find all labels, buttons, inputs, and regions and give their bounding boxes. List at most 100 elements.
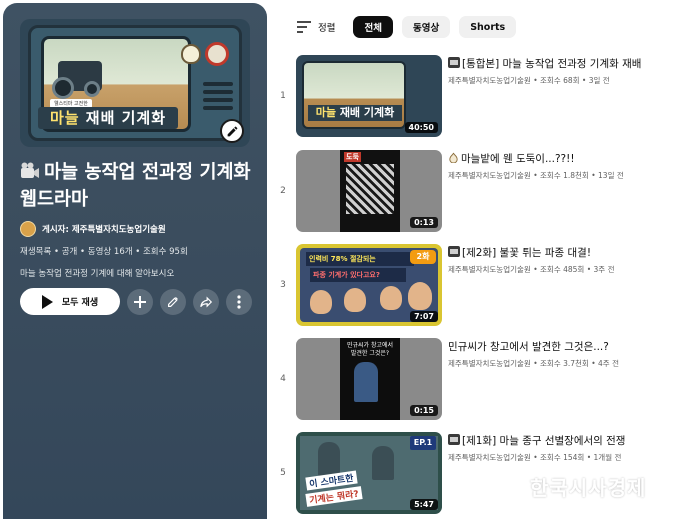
movie-camera-icon [20,161,40,179]
playlist-video-row[interactable]: 3 인력비 78% 절감되는 파종 기계가 있다고요? 2화 7:07 [제2화… [278,244,673,328]
edit-cover-button[interactable] [220,119,244,143]
avatar[interactable] [20,221,36,237]
cover-wheel [52,77,74,99]
cover-title-highlight: 마늘 [49,109,80,127]
video-thumbnail[interactable]: EP.1 이 스마트한 기계는 뭐라? 5:47 [296,432,442,514]
owner-label[interactable]: 게시자: 제주특별자치도농업기술원 [42,223,166,235]
pencil-icon [227,126,237,136]
cover-control-panel [199,38,237,130]
video-duration: 0:13 [410,217,438,228]
video-thumbnail[interactable]: 인력비 78% 절감되는 파종 기계가 있다고요? 2화 7:07 [296,244,442,326]
video-info: 마늘밭에 웬 도둑이...??!! 제주특별자치도농업기술원 • 조회수 1.8… [448,152,668,181]
person-figure [372,446,394,480]
video-meta: 제주특별자치도농업기술원 • 조회수 3.7천회 • 4주 전 [448,359,619,368]
person-face [380,286,402,310]
video-title-text[interactable]: 마늘밭에 웬 도둑이...??!! [461,153,575,165]
video-index: 2 [280,186,286,196]
video-title-text[interactable]: [제2화] 불꽃 튀는 파종 대결! [462,247,591,259]
view-count: 조회수 1.8천회 [540,171,589,180]
cover-grill [203,82,233,86]
share-icon [200,296,213,307]
video-thumbnail[interactable]: 민규씨가 창고에서 발견한 그것은? 0:15 [296,338,442,420]
cover-title: 마늘 재배 기계화 [38,107,178,129]
edit-button[interactable] [160,288,186,315]
video-meta: 제주특별자치도농업기술원 • 조회수 485회 • 3주 전 [448,265,615,274]
chip-videos[interactable]: 동영상 [401,16,451,38]
upload-age: 1개월 전 [593,453,622,462]
episode-badge: 2화 [410,250,436,264]
play-all-button[interactable]: 모두 재생 [20,288,120,315]
person-figure [354,362,378,402]
thumbnail-title-rest: 재배 기계화 [335,106,395,119]
garlic-icon [181,44,201,64]
cover-grill [203,98,233,102]
video-info: 민규씨가 창고에서 발견한 그것은...? 제주특별자치도농업기술원 • 조회수… [448,340,668,369]
person-figure [318,442,340,476]
video-meta: 제주특별자치도농업기술원 • 조회수 68회 • 3일 전 [448,76,610,85]
channel-name[interactable]: 제주특별자치도농업기술원 [448,171,531,180]
dial-icon [205,42,229,66]
video-title[interactable]: 마늘밭에 웬 도둑이...??!! [448,152,668,166]
video-thumbnail[interactable]: 도둑 0:13 [296,150,442,232]
playlist-header-panel: 웰스티마 고전한 마늘 재배 기계화 마늘 농작업 전과정 기계화 웹드라마 게… [3,3,267,519]
playlist-video-row[interactable]: 4 민규씨가 창고에서 발견한 그것은? 0:15 민규씨가 창고에서 발견한 … [278,338,673,422]
playlist-title: 마늘 농작업 전과정 기계화 웹드라마 [20,159,252,213]
view-count: 조회수 3.7천회 [540,359,589,368]
upload-age: 13일 전 [598,171,624,180]
video-duration: 0:15 [410,405,438,416]
upload-age: 3주 전 [593,265,615,274]
watermark: 한국시사경제 [498,472,646,501]
video-index: 1 [280,91,286,101]
video-title-text[interactable]: [통합본] 마늘 농작업 전과정 기계화 재배 [462,58,641,70]
edit-icon [167,296,178,307]
filter-bar: 정렬 전체 동영상 Shorts [296,16,525,38]
video-info: [제1화] 마늘 종구 선별장에서의 전쟁 제주특별자치도농업기술원 • 조회수… [448,434,668,463]
more-button[interactable] [226,288,252,315]
add-icon [134,295,146,308]
video-thumbnail[interactable]: 마늘 재배 기계화 40:50 [296,55,442,137]
view-count: 조회수 68회 [540,76,580,85]
channel-name[interactable]: 제주특별자치도농업기술원 [448,453,531,462]
upload-age: 4주 전 [598,359,619,368]
playlist-video-row[interactable]: 2 도둑 0:13 마늘밭에 웬 도둑이...??!! 제주특별자치도농업기술원… [278,150,673,234]
video-title[interactable]: [통합본] 마늘 농작업 전과정 기계화 재배 [448,57,668,71]
upload-age: 3일 전 [588,76,610,85]
video-title-text[interactable]: [제1화] 마늘 종구 선별장에서의 전쟁 [462,435,625,447]
chip-all[interactable]: 전체 [353,16,393,38]
thumbnail-caption-2: 파종 기계가 있다고요? [310,268,406,282]
video-info: [통합본] 마늘 농작업 전과정 기계화 재배 제주특별자치도농업기술원 • 조… [448,57,668,86]
video-title[interactable]: 민규씨가 창고에서 발견한 그것은...? [448,340,668,354]
person-face [344,288,366,312]
playlist-owner[interactable]: 게시자: 제주특별자치도농업기술원 [20,221,166,237]
add-to-button[interactable] [127,288,153,315]
channel-name[interactable]: 제주특별자치도농업기술원 [448,359,531,368]
video-duration: 7:07 [410,311,438,322]
channel-name[interactable]: 제주특별자치도농업기술원 [448,76,531,85]
person-face [310,290,332,314]
playlist-video-row[interactable]: 1 마늘 재배 기계화 40:50 [통합본] 마늘 농작업 전과정 기계화 재… [278,55,673,139]
chip-shorts[interactable]: Shorts [459,16,517,38]
playlist-meta: 재생목록 • 공개 • 동영상 16개 • 조회수 95회 [20,247,188,257]
watermark-text: 한국시사경제 [530,476,647,500]
cover-grill [203,106,233,110]
share-button[interactable] [193,288,219,315]
film-icon [448,246,460,257]
video-title[interactable]: [제1화] 마늘 종구 선별장에서의 전쟁 [448,434,668,448]
thumbnail-title-art: 마늘 재배 기계화 [308,105,402,121]
thumbnail-caption: 인력비 78% 절감되는 [306,252,414,266]
episode-badge: EP.1 [410,436,436,450]
video-index: 4 [280,374,286,384]
sort-button[interactable]: 정렬 [296,20,335,34]
play-all-label: 모두 재생 [61,298,99,308]
play-icon [41,294,53,309]
video-index: 3 [280,280,286,290]
comic-art [346,164,394,214]
thumbnail-title-highlight: 마늘 [315,106,336,119]
garlic-icon [449,152,458,164]
video-duration: 40:50 [404,122,438,133]
channel-name[interactable]: 제주특별자치도농업기술원 [448,265,531,274]
playlist-cover-image[interactable]: 웰스티마 고전한 마늘 재배 기계화 [20,19,250,147]
video-index: 5 [280,468,286,478]
video-title[interactable]: [제2화] 불꽃 튀는 파종 대결! [448,246,668,260]
youtube-playlist-page: 웰스티마 고전한 마늘 재배 기계화 마늘 농작업 전과정 기계화 웹드라마 게… [0,0,680,519]
